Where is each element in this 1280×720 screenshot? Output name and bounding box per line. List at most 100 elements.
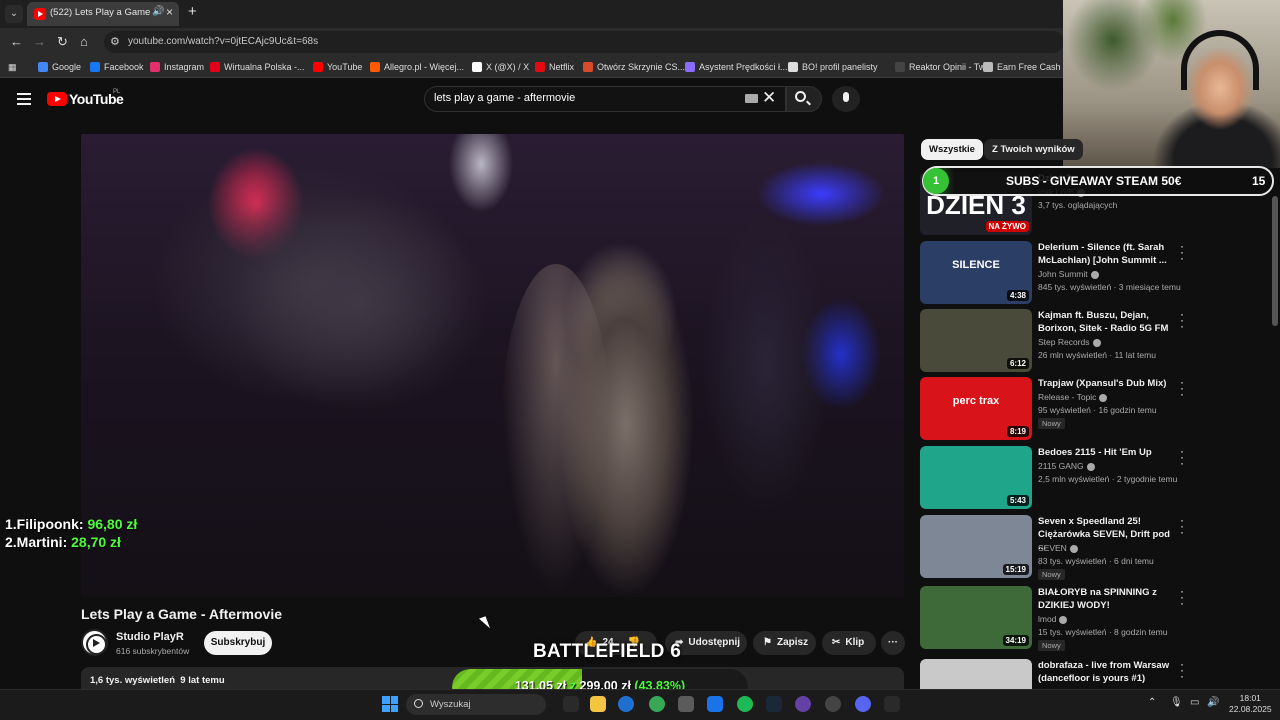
video-thumbnail[interactable]: 15:19 [920, 515, 1032, 578]
bookmark-item[interactable]: Reaktor Opinii - Tw... [895, 60, 992, 74]
video-figure [701, 214, 831, 514]
bookmark-item[interactable]: Asystent Prędkości ł... [685, 60, 788, 74]
recommendation-channel[interactable]: Release - Topic [1038, 392, 1108, 402]
recommendation-item[interactable]: 5:43 Bedoes 2115 - Hit 'Em Up 2115 GANG 2,5… [920, 445, 1260, 512]
bookmark-item[interactable]: Netflix [535, 60, 574, 74]
task-view-icon[interactable] [563, 696, 579, 712]
recommendation-channel[interactable]: Step Records [1038, 337, 1101, 347]
bookmark-item[interactable]: X (@X) / X [472, 60, 529, 74]
more-options-icon[interactable]: · · · [1180, 658, 1184, 682]
bookmark-item[interactable]: Wirtualna Polska -... [210, 60, 305, 74]
more-options-icon[interactable]: · · · [1180, 240, 1184, 264]
bookmark-favicon-icon [150, 62, 160, 72]
bookmark-favicon-icon [370, 62, 380, 72]
verified-icon [1092, 338, 1101, 347]
bookmark-item[interactable]: Otwórz Skrzynie CS... [583, 60, 685, 74]
home-icon[interactable]: ⌂ [80, 34, 88, 49]
save-button[interactable]: ⚑ Zapisz [753, 631, 816, 655]
recommendation-title[interactable]: BIAŁORYB na SPINNING z DZIKIEJ WODY! [1038, 587, 1174, 612]
epic-games-icon[interactable] [884, 696, 900, 712]
youtube-logo-icon[interactable] [47, 92, 67, 106]
video-thumbnail[interactable]: 5:43 [920, 446, 1032, 509]
clip-button[interactable]: ✂ Klip [822, 631, 876, 655]
taskbar-search-input[interactable] [406, 694, 546, 715]
tab-audio-icon[interactable]: 🔊 [152, 6, 164, 17]
search-query[interactable]: lets play a game - aftermovie [434, 92, 575, 104]
windows-start-icon[interactable] [382, 696, 398, 712]
duration-badge: 8:19 [1006, 426, 1029, 437]
recommendation-title[interactable]: Trapjaw (Xpansul's Dub Mix) [1038, 378, 1174, 391]
edge-icon[interactable] [618, 696, 634, 712]
channel-name[interactable]: Studio PlayR [116, 631, 184, 643]
network-icon[interactable]: ▭ [1190, 697, 1199, 708]
steam-icon[interactable] [766, 696, 782, 712]
video-thumbnail[interactable]: 34:19 [920, 586, 1032, 649]
app-icon[interactable] [825, 696, 841, 712]
video-player[interactable] [81, 134, 904, 597]
bookmark-item[interactable]: BO! profil panelisty [788, 60, 878, 74]
apps-grid-icon[interactable]: ▦ [8, 60, 17, 74]
bookmark-item[interactable]: Google [38, 60, 81, 74]
obs-icon[interactable] [795, 696, 811, 712]
bookmark-item[interactable]: Facebook [90, 60, 144, 74]
bookmark-item[interactable]: Allegro.pl - Więcej... [370, 60, 464, 74]
bookmark-item[interactable]: Instagram [150, 60, 204, 74]
spotify-icon[interactable] [737, 696, 753, 712]
tab-list-button[interactable]: ⌄ [5, 5, 23, 23]
recommendation-title[interactable]: Kajman ft. Buszu, Dejan, Borixon, Sitek … [1038, 310, 1174, 335]
more-options-icon[interactable]: · · · [1180, 514, 1184, 538]
app-icon[interactable] [707, 696, 723, 712]
recommendation-item[interactable]: 6:12 Kajman ft. Buszu, Dejan, Borixon, Si… [920, 308, 1260, 375]
new-tab-button[interactable]: + [188, 3, 197, 20]
chrome-icon[interactable] [649, 696, 665, 712]
clear-search-icon[interactable]: ✕ [762, 88, 776, 108]
hamburger-menu-icon[interactable] [17, 93, 31, 105]
bookmark-favicon-icon [472, 62, 482, 72]
url-text[interactable]: youtube.com/watch?v=0jtECAjc9Uc&t=68s [128, 36, 318, 47]
tray-expand-icon[interactable]: ⌃ [1148, 697, 1156, 708]
more-options-icon[interactable]: · · · [1180, 445, 1184, 469]
taskbar-search-placeholder[interactable]: Wyszukaj [430, 699, 471, 710]
video-thumbnail[interactable]: SILENCE 4:38 [920, 241, 1032, 304]
system-clock[interactable]: 18:01 22.08.2025 [1229, 693, 1272, 715]
reload-icon[interactable]: ↻ [57, 34, 68, 50]
more-options-icon[interactable]: · · · [1180, 585, 1184, 609]
scissors-icon: ✂ [832, 637, 841, 648]
file-explorer-icon[interactable] [590, 696, 606, 712]
recommendation-channel[interactable]: SEVEN [1038, 543, 1078, 553]
video-thumbnail[interactable]: perc trax 8:19 [920, 377, 1032, 440]
recommendation-item[interactable]: 34:19 BIAŁORYB na SPINNING z DZIKIEJ WODY… [920, 585, 1260, 652]
tab-close-icon[interactable]: × [166, 5, 173, 19]
recommendation-item[interactable]: perc trax 8:19 Trapjaw (Xpansul's Dub Mix)… [920, 376, 1260, 443]
volume-icon[interactable]: 🔊 [1207, 697, 1219, 708]
bookmark-favicon-icon [788, 62, 798, 72]
discord-icon[interactable] [855, 696, 871, 712]
recommendation-title[interactable]: dobrafaza - live from Warsaw (dancefloor… [1038, 660, 1174, 685]
recommendation-channel[interactable]: lmod [1038, 614, 1068, 624]
recommendation-title[interactable]: Delerium - Silence (ft. Sarah McLachlan)… [1038, 242, 1174, 267]
recommendation-channel[interactable]: 2115 GANG [1038, 461, 1095, 471]
back-icon[interactable]: ← [10, 34, 23, 49]
chip-all[interactable]: Wszystkie [921, 139, 983, 160]
bookmark-item[interactable]: YouTube [313, 60, 362, 74]
channel-avatar[interactable] [81, 629, 108, 656]
recommendation-item[interactable]: 15:19 Seven x Speedland 25! Ciężarówka SE… [920, 514, 1260, 581]
recommendation-meta: 83 tys. wyświetleń · 6 dni temu [1038, 556, 1154, 566]
site-info-icon[interactable]: ⚙ [110, 35, 120, 48]
store-icon[interactable] [678, 696, 694, 712]
video-thumbnail[interactable]: 6:12 [920, 309, 1032, 372]
more-options-icon[interactable]: · · · [1180, 376, 1184, 400]
forward-icon[interactable]: → [33, 34, 46, 49]
recommendation-channel[interactable]: John Summit [1038, 269, 1099, 279]
subscribe-button[interactable]: Subskrybuj [204, 631, 272, 655]
recommendation-item[interactable]: SILENCE 4:38 Delerium - Silence (ft. Sarah… [920, 240, 1260, 307]
more-actions-button[interactable]: ··· [881, 631, 905, 655]
more-options-icon[interactable]: · · · [1180, 308, 1184, 332]
keyboard-icon[interactable] [745, 94, 758, 103]
sidebar-scrollbar[interactable] [1272, 196, 1278, 326]
recommendation-title[interactable]: Bedoes 2115 - Hit 'Em Up [1038, 447, 1174, 460]
microphone-tray-icon[interactable]: 🎙 [1170, 697, 1183, 708]
chip-from-your-search[interactable]: Z Twoich wyników [984, 139, 1083, 160]
recommendation-meta: 3,7 tys. oglądających [1038, 200, 1118, 210]
browser-tab[interactable]: (522) Lets Play a Game - Af 🔊 × [27, 2, 179, 26]
